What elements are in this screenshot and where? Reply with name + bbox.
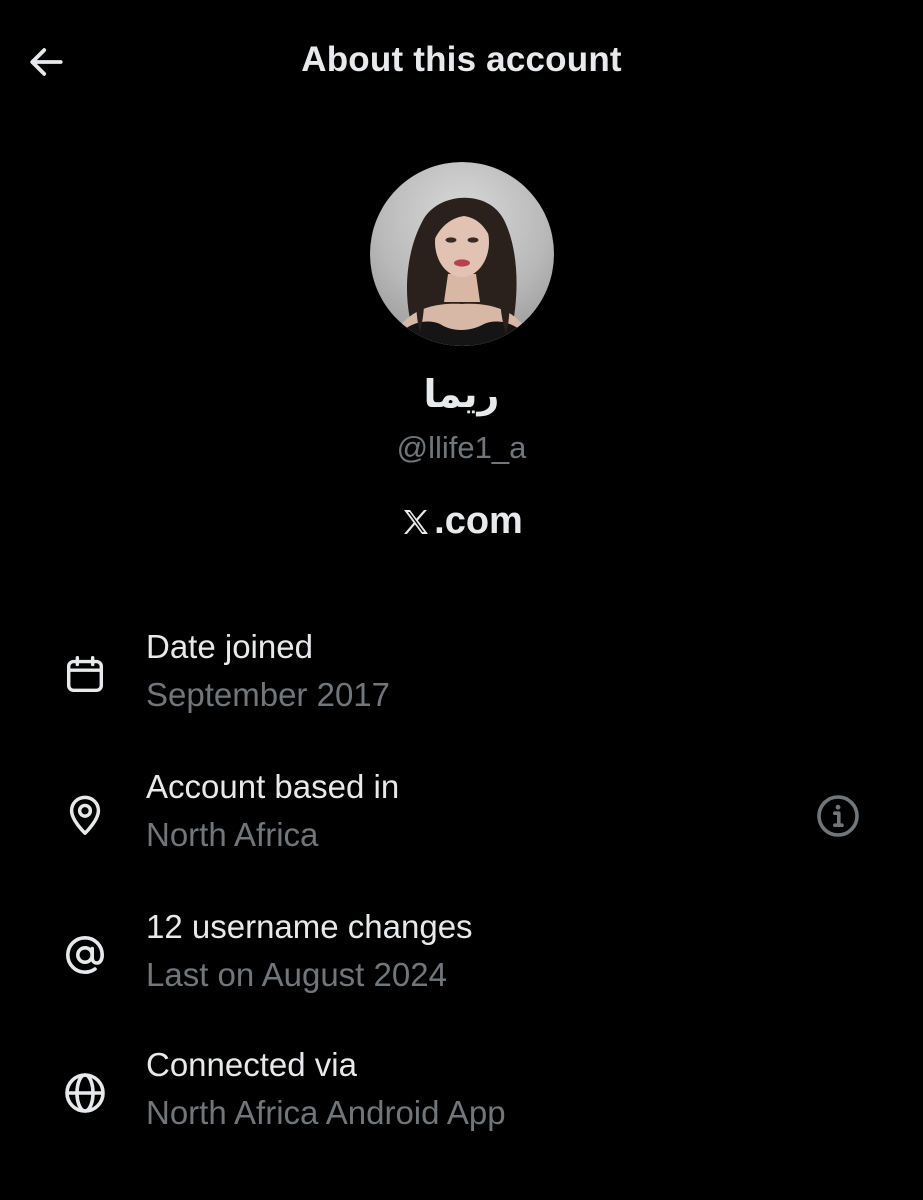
account-based-value: North Africa bbox=[146, 816, 319, 853]
connected-via-row: Connected via North Africa Android App bbox=[0, 1038, 923, 1148]
location-pin-icon bbox=[56, 760, 114, 870]
username-changes-label: 12 username changes bbox=[146, 908, 473, 945]
info-button[interactable] bbox=[812, 790, 864, 842]
user-handle: @llife1_a bbox=[396, 430, 527, 465]
date-joined-value: September 2017 bbox=[146, 676, 391, 713]
connected-via-label: Connected via bbox=[146, 1046, 357, 1083]
username-changes-row: 12 username changes Last on August 2024 bbox=[0, 900, 923, 1010]
connected-via-value: North Africa Android App bbox=[146, 1094, 506, 1131]
avatar[interactable] bbox=[370, 162, 554, 346]
date-joined-label: Date joined bbox=[146, 628, 313, 665]
date-joined-row: Date joined September 2017 bbox=[0, 620, 923, 730]
at-sign-icon bbox=[56, 900, 114, 1010]
header-bar: About this account bbox=[0, 0, 923, 124]
x-logo-icon bbox=[404, 509, 429, 534]
globe-icon bbox=[56, 1038, 114, 1148]
info-icon bbox=[817, 795, 859, 837]
page-title: About this account bbox=[301, 40, 622, 79]
calendar-icon bbox=[56, 620, 114, 730]
display-name: ريما bbox=[423, 372, 500, 416]
username-changes-value: Last on August 2024 bbox=[146, 956, 447, 993]
site-link[interactable]: .com bbox=[0, 500, 923, 543]
site-text: .com bbox=[434, 500, 523, 542]
account-based-label: Account based in bbox=[146, 768, 400, 805]
account-based-row: Account based in North Africa bbox=[0, 760, 923, 870]
